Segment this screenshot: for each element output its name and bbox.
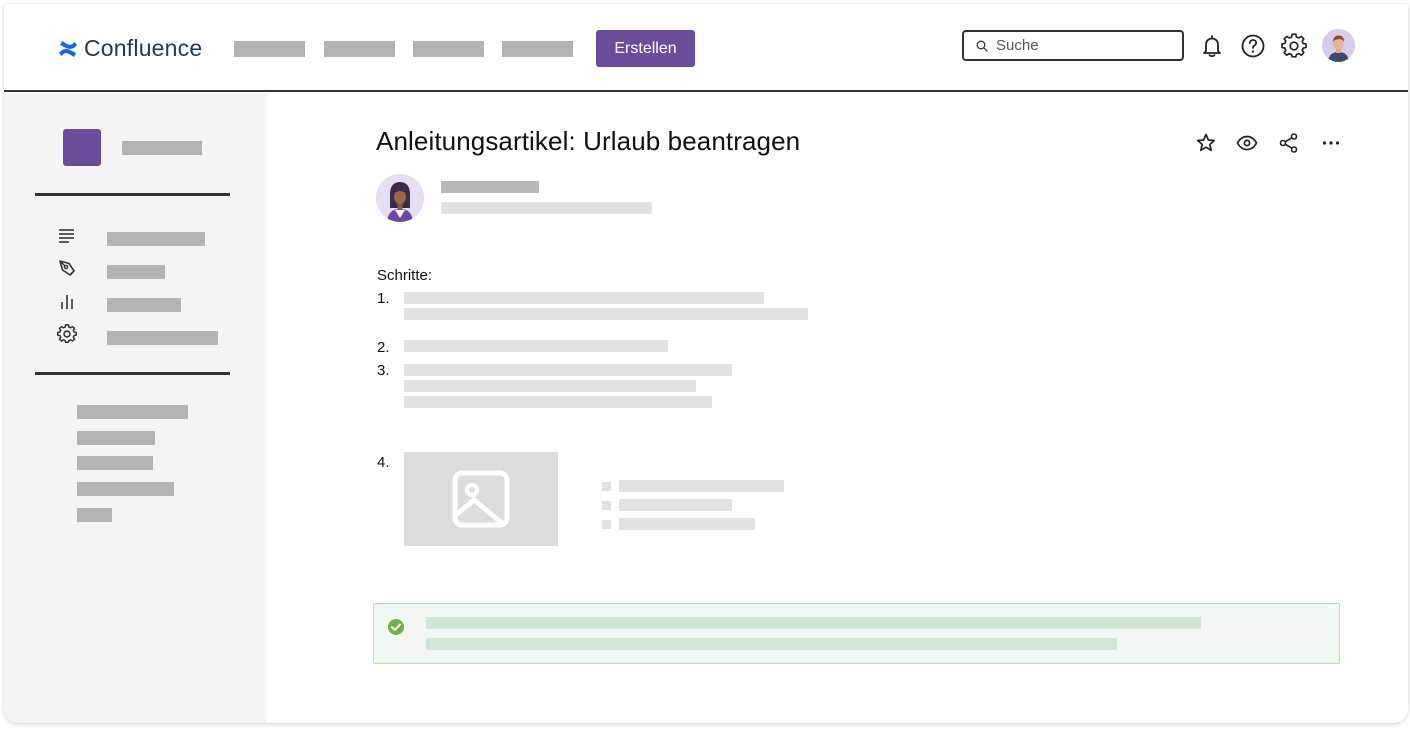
- watch-icon: [1236, 135, 1258, 151]
- step-number: 4.: [377, 454, 390, 471]
- sidebar-item-label-placeholder[interactable]: [107, 265, 165, 279]
- search-icon: [976, 40, 988, 52]
- list-bullet: [602, 520, 611, 529]
- list-bullet: [602, 482, 611, 491]
- nav-item-placeholder[interactable]: [413, 41, 484, 57]
- space-avatar[interactable]: [63, 129, 101, 166]
- step-text-placeholder: [404, 308, 808, 320]
- sidebar-divider: [35, 193, 230, 196]
- sidebar-item-blog[interactable]: [56, 257, 78, 279]
- sidebar-item-label-placeholder[interactable]: [107, 331, 218, 345]
- sidebar-divider: [35, 372, 230, 375]
- bar-chart-icon: [61, 295, 73, 309]
- gear-icon: [57, 324, 77, 344]
- space-name-placeholder[interactable]: [122, 141, 202, 155]
- star-button[interactable]: [1193, 130, 1219, 156]
- page-tree-item-placeholder[interactable]: [77, 405, 188, 419]
- star-icon: [1196, 133, 1216, 152]
- image-icon: [452, 470, 510, 528]
- steps-label: Schritte:: [377, 267, 433, 284]
- page-tree-item-placeholder[interactable]: [77, 456, 153, 470]
- page-tree-item-placeholder[interactable]: [77, 482, 174, 496]
- author-avatar[interactable]: [376, 174, 424, 222]
- step-number: 2.: [377, 339, 390, 356]
- success-text-placeholder: [426, 638, 1117, 650]
- app-window: Confluence Erstellen Suche Anleitungsart…: [4, 4, 1408, 723]
- page-tree-item-placeholder[interactable]: [77, 508, 112, 522]
- sidebar-item-label-placeholder[interactable]: [107, 298, 181, 312]
- sidebar-item-pages[interactable]: [56, 224, 78, 246]
- step-text-placeholder: [404, 340, 668, 352]
- success-text-placeholder: [426, 617, 1201, 629]
- nav-item-placeholder[interactable]: [502, 41, 573, 57]
- settings-button[interactable]: [1280, 32, 1308, 60]
- user-avatar[interactable]: [1322, 29, 1355, 62]
- sidebar-item-analytics[interactable]: [56, 290, 78, 312]
- sidebar: [4, 94, 267, 723]
- top-navigation-bar: Confluence Erstellen: [4, 4, 1408, 92]
- confluence-logo[interactable]: Confluence: [58, 35, 202, 62]
- step-text-placeholder: [404, 380, 696, 392]
- step-number: 3.: [377, 362, 390, 379]
- watch-button[interactable]: [1234, 130, 1260, 156]
- create-button[interactable]: Erstellen: [596, 30, 695, 67]
- page-tree-item-placeholder[interactable]: [77, 431, 155, 445]
- sidebar-item-settings[interactable]: [56, 323, 78, 345]
- list-item-placeholder: [619, 499, 732, 511]
- notifications-button[interactable]: [1198, 32, 1226, 60]
- more-icon: [1322, 141, 1340, 145]
- confluence-logo-icon: [59, 40, 77, 57]
- help-icon: [1241, 34, 1265, 58]
- search-input[interactable]: [996, 37, 1166, 54]
- author-name-placeholder[interactable]: [441, 181, 539, 193]
- bell-icon: [1203, 35, 1221, 58]
- sidebar-item-label-placeholder[interactable]: [107, 232, 205, 246]
- nav-item-placeholder[interactable]: [324, 41, 395, 57]
- step-text-placeholder: [404, 292, 764, 304]
- help-button[interactable]: [1239, 32, 1267, 60]
- share-icon: [1279, 133, 1298, 153]
- success-panel: [373, 603, 1340, 664]
- page-meta-placeholder: [441, 202, 652, 214]
- search-box[interactable]: [962, 30, 1184, 61]
- list-item-placeholder: [619, 518, 755, 530]
- list-item-placeholder: [619, 480, 784, 492]
- step-number: 1.: [377, 290, 390, 307]
- check-circle-icon: [388, 619, 404, 635]
- nav-item-placeholder[interactable]: [234, 41, 305, 57]
- more-button[interactable]: [1318, 130, 1344, 156]
- app-name: Confluence: [84, 35, 203, 61]
- share-button[interactable]: [1276, 130, 1302, 156]
- settings-icon: [1281, 33, 1307, 58]
- user-avatar-icon: [1322, 29, 1355, 62]
- list-bullet: [602, 501, 611, 510]
- pen-icon: [59, 260, 75, 276]
- step-text-placeholder: [404, 396, 712, 408]
- page-title: Anleitungsartikel: Urlaub beantragen: [376, 126, 801, 156]
- author-avatar-icon: [376, 174, 424, 222]
- image-placeholder[interactable]: [404, 452, 558, 546]
- lines-icon: [59, 229, 74, 243]
- step-text-placeholder: [404, 364, 732, 376]
